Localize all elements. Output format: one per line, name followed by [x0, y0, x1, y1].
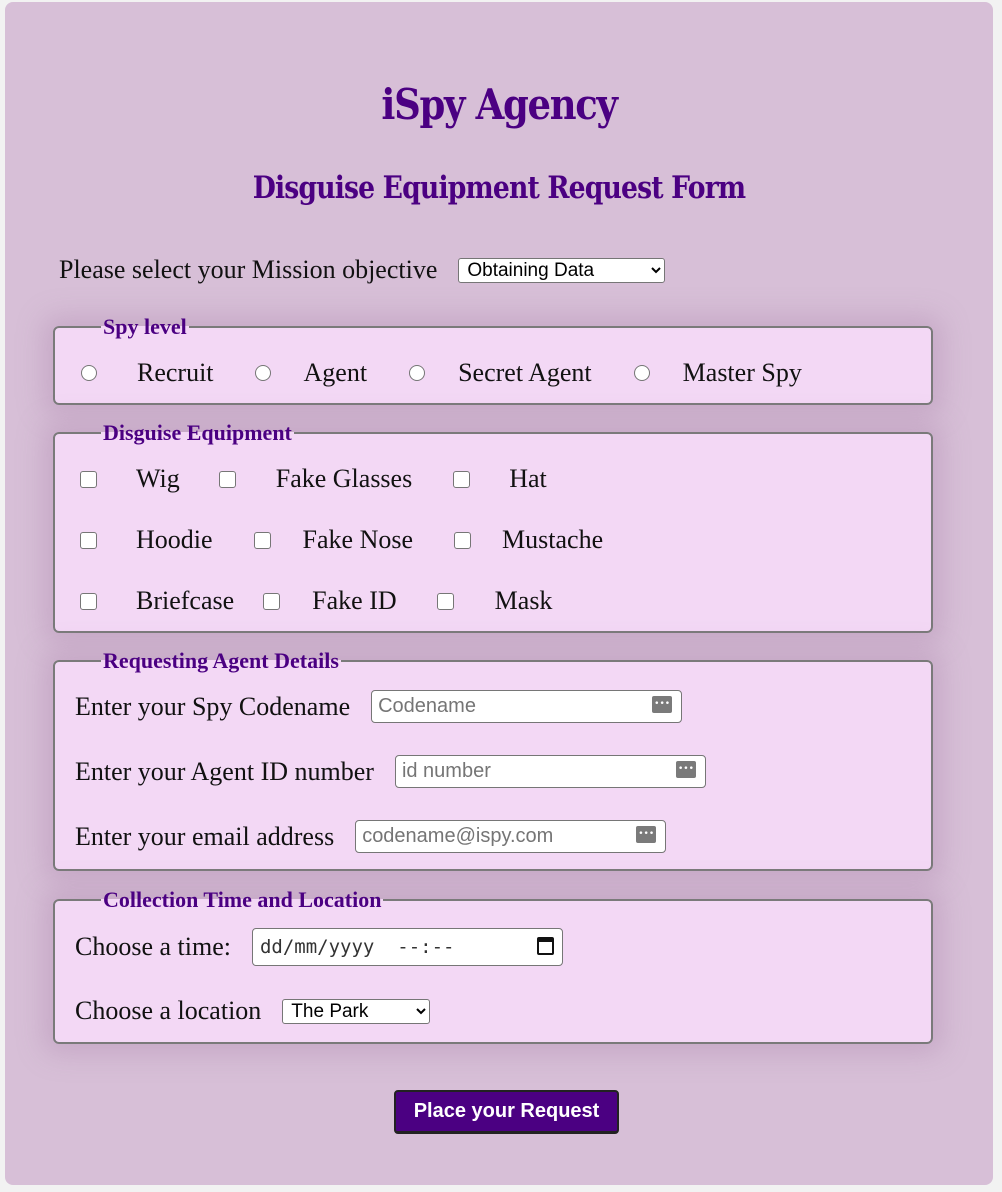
- time-label: Choose a time:: [75, 932, 231, 961]
- agent-details-legend: Requesting Agent Details: [103, 648, 339, 673]
- radio-label-agent[interactable]: Agent: [304, 358, 368, 388]
- location-label: Choose a location: [75, 996, 262, 1025]
- location-select[interactable]: The Park: [282, 998, 431, 1024]
- radio-label-recruit[interactable]: Recruit: [137, 358, 214, 388]
- radio-secret-agent[interactable]: [409, 365, 426, 381]
- radio-label-secret-agent[interactable]: Secret Agent: [458, 358, 592, 388]
- page-title: iSpy Agency: [381, 80, 618, 129]
- email-input[interactable]: codename@ispy.com •••: [355, 820, 667, 853]
- mission-label: Please select your Mission objective: [59, 255, 438, 284]
- checkbox-label-wig[interactable]: Wig: [136, 464, 180, 494]
- checkbox-label-fake-id[interactable]: Fake ID: [312, 586, 396, 616]
- checkbox-fake-nose[interactable]: [253, 531, 271, 549]
- checkbox-label-hoodie[interactable]: Hoodie: [136, 525, 213, 555]
- checkbox-label-fake-nose[interactable]: Fake Nose: [303, 525, 413, 555]
- autofill-key-icon[interactable]: •••: [652, 696, 673, 713]
- radio-agent[interactable]: [254, 365, 271, 381]
- checkbox-label-fake-glasses[interactable]: Fake Glasses: [276, 464, 412, 494]
- mission-row: Please select your Mission objective Obt…: [59, 255, 666, 285]
- checkbox-fake-glasses[interactable]: [218, 470, 236, 488]
- datetime-placeholder: dd/mm/yyyy --:--: [259, 936, 455, 958]
- form-title: Disguise Equipment Request Form: [252, 170, 746, 206]
- checkbox-briefcase[interactable]: [80, 592, 97, 610]
- datetime-input[interactable]: dd/mm/yyyy --:--: [251, 928, 563, 966]
- email-label: Enter your email address: [75, 821, 335, 851]
- checkbox-hoodie[interactable]: [80, 531, 97, 549]
- checkbox-label-mask[interactable]: Mask: [495, 586, 553, 616]
- autofill-key-icon[interactable]: •••: [675, 761, 696, 778]
- radio-recruit[interactable]: [81, 365, 97, 381]
- codename-label: Enter your Spy Codename: [75, 691, 351, 721]
- checkbox-wig[interactable]: [80, 470, 97, 488]
- equipment-legend: Disguise Equipment: [103, 420, 292, 445]
- agent-id-label: Enter your Agent ID number: [75, 756, 374, 786]
- codename-placeholder: Codename: [378, 695, 476, 717]
- radio-master-spy[interactable]: [633, 365, 650, 381]
- checkbox-fake-id[interactable]: [263, 592, 281, 610]
- checkbox-label-mustache[interactable]: Mustache: [502, 525, 603, 555]
- codename-input[interactable]: Codename •••: [371, 690, 683, 723]
- autofill-key-icon[interactable]: •••: [636, 826, 657, 843]
- collection-legend: Collection Time and Location: [103, 887, 382, 912]
- checkbox-mask[interactable]: [436, 592, 454, 610]
- checkbox-label-briefcase[interactable]: Briefcase: [136, 586, 234, 616]
- checkbox-hat[interactable]: [453, 470, 471, 488]
- agent-id-input[interactable]: id number •••: [394, 755, 706, 788]
- spy-level-legend: Spy level: [103, 314, 187, 339]
- mission-select[interactable]: Obtaining Data: [458, 257, 666, 283]
- agent-id-placeholder: id number: [401, 760, 491, 782]
- checkbox-mustache[interactable]: [454, 531, 472, 549]
- calendar-icon[interactable]: [536, 937, 554, 955]
- radio-label-master-spy[interactable]: Master Spy: [683, 358, 802, 388]
- email-placeholder: codename@ispy.com: [362, 825, 554, 847]
- place-request-button[interactable]: Place your Request: [394, 1090, 619, 1134]
- checkbox-label-hat[interactable]: Hat: [509, 464, 547, 494]
